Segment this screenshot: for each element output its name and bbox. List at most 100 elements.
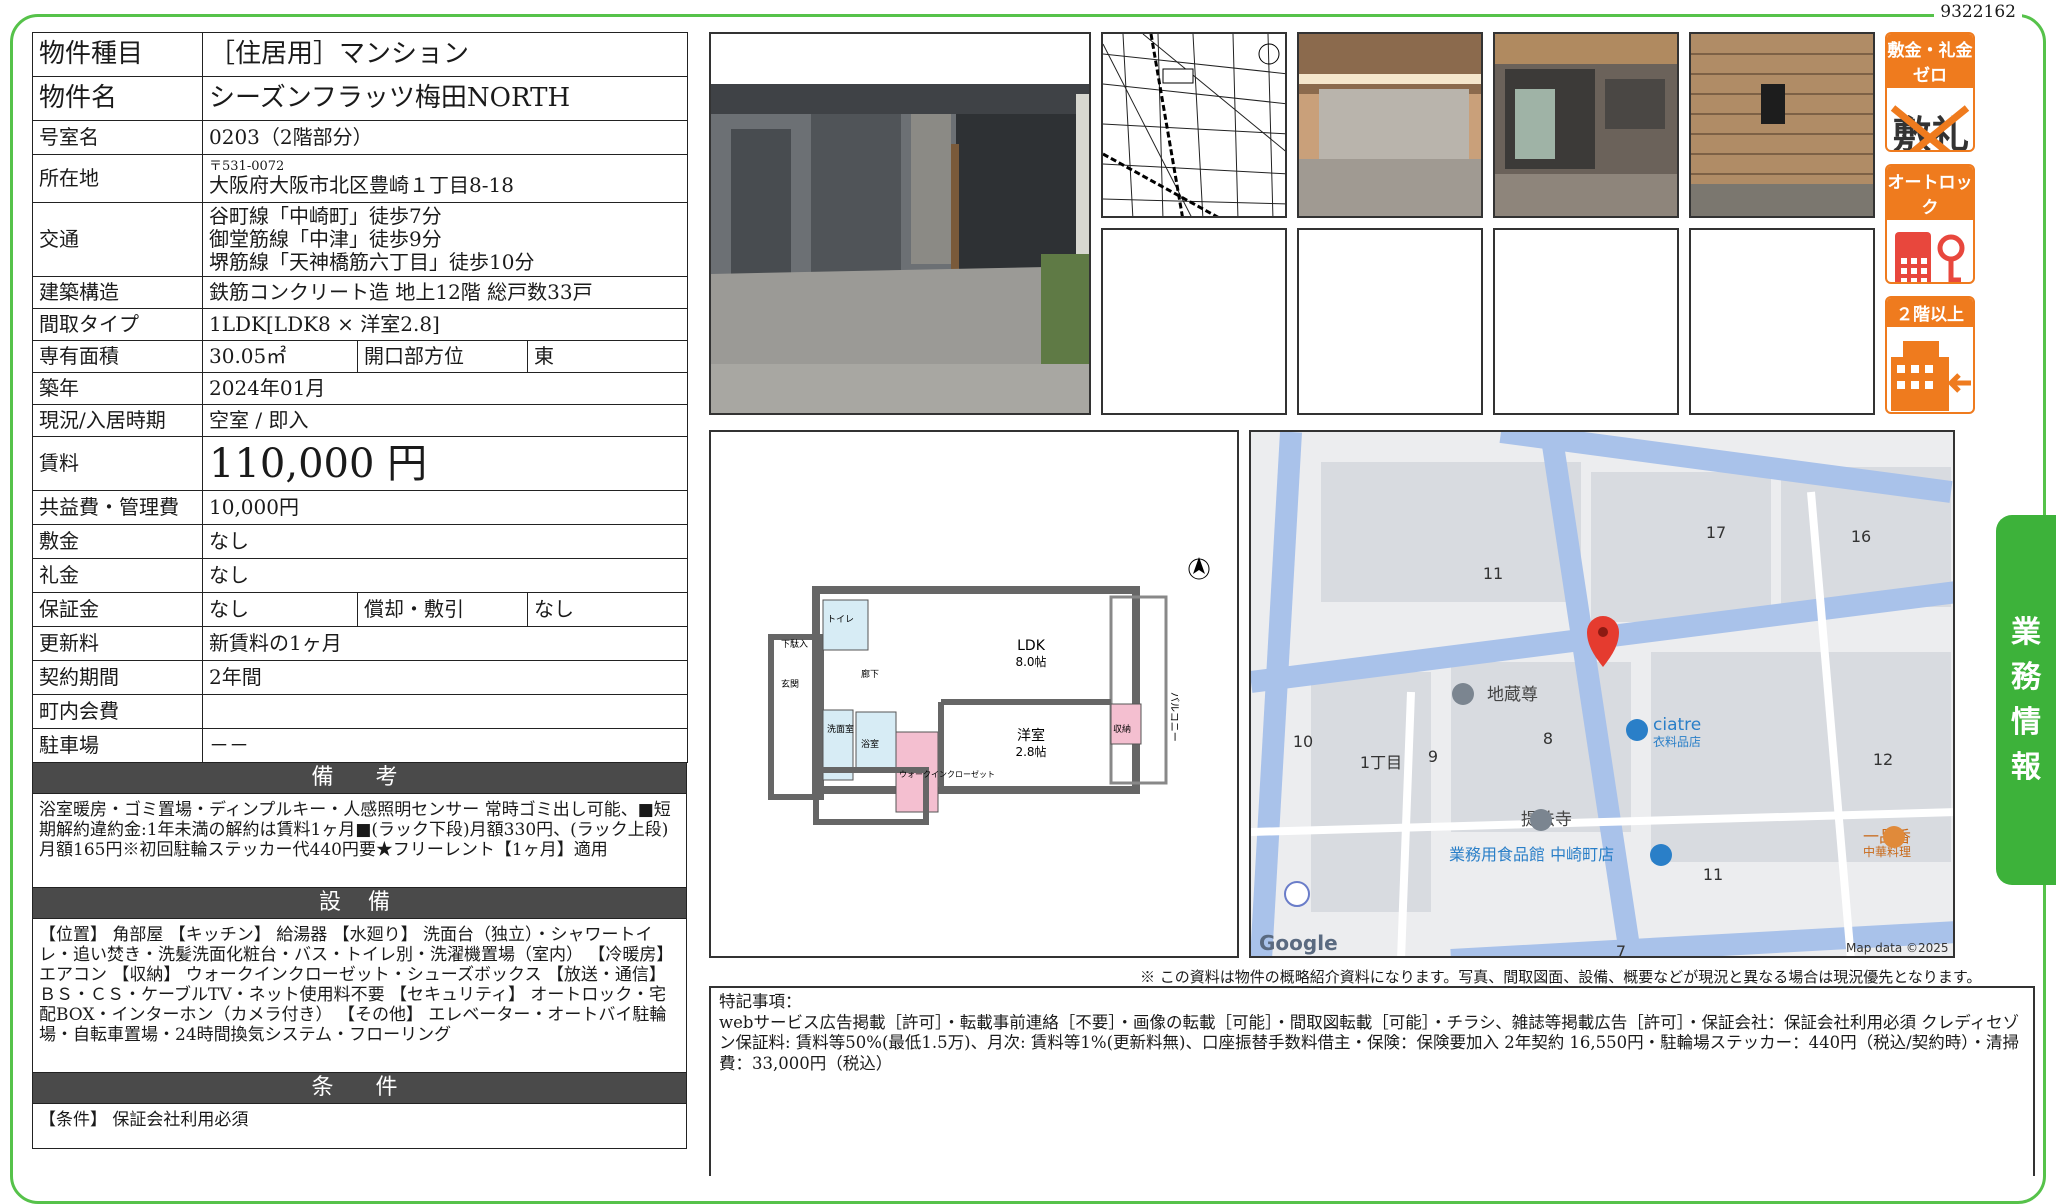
exterior-photo[interactable] (709, 32, 1091, 415)
parking: －－ (201, 728, 689, 763)
orientation: 東 (526, 340, 689, 373)
map-block-label: 17 (1706, 523, 1726, 542)
floor-plan[interactable]: LDK 8.0帖 洋室 2.8帖 玄関 下駄入 浴室 洗面室 トイレ 廊下 収納… (709, 430, 1239, 958)
disclaimer-notice: ※ この資料は物件の概略紹介資料になります。写真、間取図面、設備、概要などが現況… (1140, 968, 1982, 986)
business-info-tab[interactable]: 業 務 情 報 (1996, 515, 2056, 885)
special-remarks-box: 特記事項： webサービス広告掲載［許可］・転載事前連絡［不要］・画像の転載［可… (709, 986, 2035, 1176)
remarks-section-body: 浴室暖房・ゴミ置場・ディンプルキー・人感照明センサー 常時ゴミ出し可能、■短期解… (32, 794, 687, 888)
spec-key: 築年 (32, 372, 203, 405)
room-number: 0203（2階部分） (201, 120, 689, 155)
map-block-label: 11 (1483, 564, 1503, 583)
postal-code: 〒531-0072 (209, 158, 285, 174)
remarks-section-header: 備 考 (32, 763, 687, 794)
spec-key: 開口部方位 (357, 340, 528, 373)
spec-key: 号室名 (32, 120, 203, 155)
spec-key: 共益費・管理費 (32, 490, 203, 525)
western-room-label: 洋室 (1017, 727, 1045, 744)
spec-key: 間取タイプ (32, 308, 203, 341)
property-type: ［住居用］マンション (201, 32, 689, 77)
side-tab-char: 報 (2011, 750, 2041, 785)
map-block-label: 12 (1873, 750, 1893, 769)
deposit: なし (201, 524, 689, 559)
lobby-photo[interactable] (1297, 32, 1483, 218)
contract-period: 2年間 (201, 660, 689, 695)
no-deposit-icon: 敷礼 (1890, 105, 1970, 150)
map-place-grocery: 業務用食品館 中崎町店 (1449, 845, 1614, 864)
shrine-icon (1452, 683, 1474, 705)
spec-key: 建築構造 (32, 276, 203, 309)
structure: 鉄筋コンクリート造 地上12階 総戸数33戸 (201, 276, 689, 309)
shopping-icon (1626, 719, 1648, 741)
rent: 110,000 円 (201, 436, 689, 491)
document-id: 9322162 (1934, 2, 2022, 22)
map-place-restaurant-type: 中華料理 (1863, 844, 1911, 859)
restaurant-icon (1883, 826, 1905, 848)
address-cell: 〒531-0072 大阪府大阪市北区豊崎１丁目8-18 (201, 154, 689, 203)
deduction: なし (526, 592, 689, 627)
spec-key: 契約期間 (32, 660, 203, 695)
empty-photo-slot (1101, 228, 1287, 415)
map-block-label: 11 (1703, 865, 1723, 884)
equipment-section-header: 設 備 (32, 888, 687, 919)
balcony-label: バルコニー (1168, 692, 1180, 742)
equipment-section-body: 【位置】 角部屋 【キッチン】 給湯器 【水廻り】 洗面台（独立）・シャワートイ… (32, 919, 687, 1073)
ldk-label: LDK (1017, 638, 1046, 654)
toilet-label: トイレ (827, 615, 854, 625)
closet-label: ウォークインクローゼット (899, 769, 995, 779)
parking-icon (1284, 881, 1310, 907)
security-deposit: なし (202, 592, 358, 627)
empty-photo-slot (1493, 228, 1679, 415)
management-fee: 10,000円 (201, 490, 689, 525)
spec-key: 所在地 (32, 154, 203, 203)
neighborhood-fee (201, 694, 689, 729)
area-map-thumbnail[interactable] (1101, 32, 1287, 218)
conditions-section-body: 【条件】 保証会社利用必須 (32, 1104, 687, 1149)
map-block-label: 10 (1293, 732, 1313, 751)
spec-key: 償却・敷引 (357, 592, 528, 627)
access-line: 御堂筋線「中津」徒歩9分 (209, 227, 442, 251)
badge-label: 敷金・礼金ゼロ (1887, 34, 1973, 88)
map-place-ciatre: ciatre (1653, 715, 1701, 735)
spec-key: 駐車場 (32, 728, 203, 763)
grocery-icon (1650, 844, 1672, 866)
access-line: 谷町線「中崎町」徒歩7分 (209, 204, 442, 228)
spec-key: 更新料 (32, 626, 203, 661)
intercom-photo[interactable] (1689, 32, 1875, 218)
map-attribution: Map data ©2025 (1846, 941, 1949, 955)
badge-label: ２階以上 (1887, 298, 1973, 327)
map-block-label: 1丁目 (1360, 753, 1402, 772)
spec-key: 保証金 (32, 592, 203, 627)
shoe-storage-label: 下駄入 (781, 638, 808, 650)
map-place-category: 衣料品店 (1653, 734, 1701, 749)
autolock-icon (1895, 232, 1965, 282)
spec-key: 専有面積 (32, 340, 203, 373)
spec-key: 礼金 (32, 558, 203, 593)
autolock-badge: オートロック (1885, 164, 1975, 284)
address: 大阪府大阪市北区豊崎１丁目8-18 (209, 173, 514, 198)
upper-floor-building-icon (1891, 341, 1971, 411)
hallway-label: 廊下 (861, 668, 879, 680)
temple-icon (1530, 809, 1552, 831)
entrance-photo[interactable] (1493, 32, 1679, 218)
built-year: 2024年01月 (201, 372, 689, 405)
spec-key: 現況/入居時期 (32, 404, 203, 437)
key-money: なし (201, 558, 689, 593)
spec-key: 賃料 (32, 436, 203, 491)
map-block-label: 16 (1851, 527, 1871, 546)
conditions-section-header: 条 件 (32, 1073, 687, 1104)
side-tab-char: 務 (2011, 660, 2041, 695)
spec-key: 交通 (32, 202, 203, 277)
badge-label: オートロック (1887, 166, 1973, 220)
empty-photo-slot (1689, 228, 1875, 415)
upper-floor-badge: ２階以上 (1885, 296, 1975, 414)
empty-photo-slot (1297, 228, 1483, 415)
map-block-label: 9 (1428, 747, 1438, 766)
location-map[interactable]: 11 17 16 10 1丁目 9 8 12 11 7 地蔵尊 ciatre 衣… (1249, 430, 1955, 958)
western-room-size: 2.8帖 (1015, 744, 1046, 759)
floor-area: 30.05㎡ (202, 340, 358, 373)
layout-type: 1LDK[LDK8 × 洋室2.8] (201, 308, 689, 341)
map-block-label: 8 (1543, 729, 1553, 748)
special-remarks-title: 特記事項： (719, 992, 802, 1011)
map-brand: Google (1259, 931, 1338, 955)
side-tab-char: 業 (2011, 615, 2041, 650)
